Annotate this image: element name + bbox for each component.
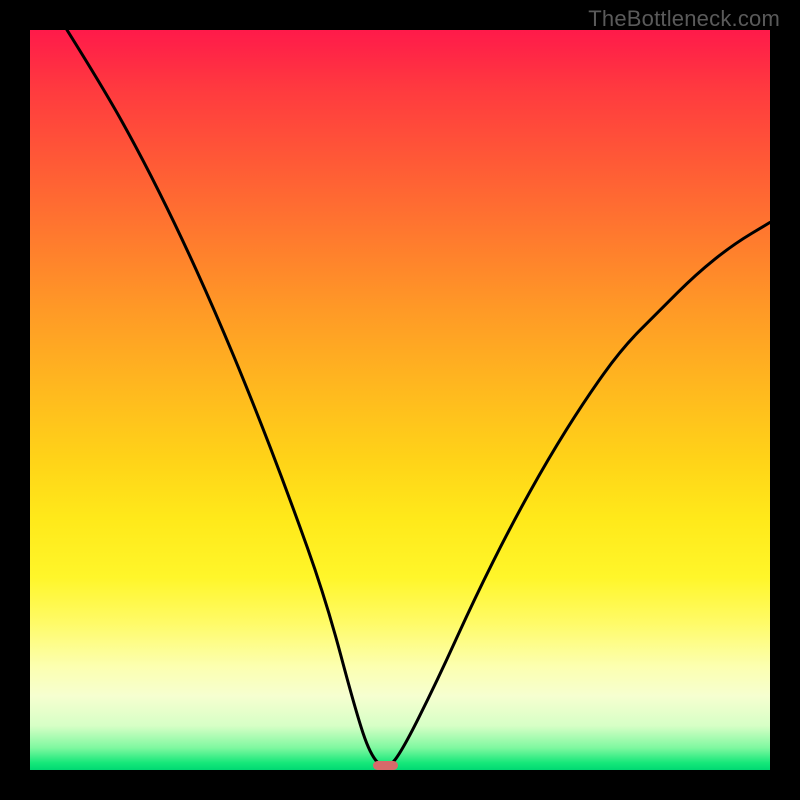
watermark-text: TheBottleneck.com [588,6,780,32]
bottleneck-curve [30,30,770,770]
chart-area [30,30,770,770]
optimal-marker [373,761,398,770]
